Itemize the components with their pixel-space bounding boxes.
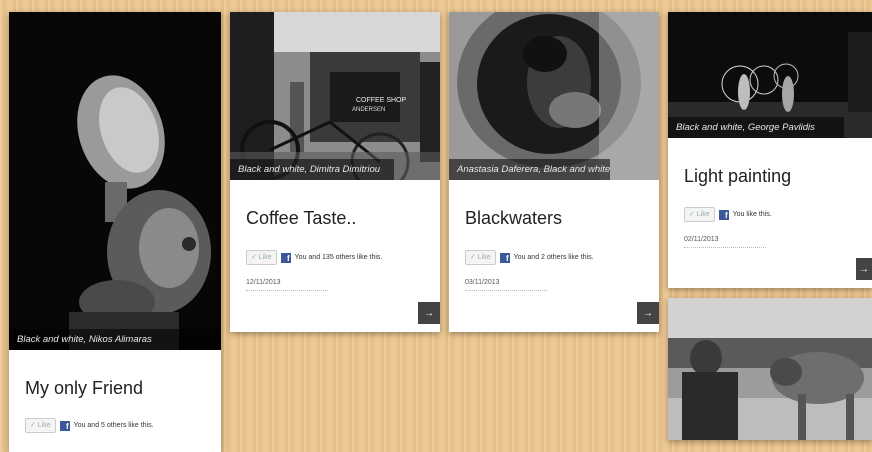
- like-button[interactable]: ✓ Like: [465, 250, 496, 265]
- facebook-icon: f: [280, 252, 291, 263]
- like-row: ✓ Like f You and 135 others like this.: [246, 250, 382, 265]
- post-card-boy-and-dog[interactable]: [668, 298, 872, 440]
- post-date: 03/11/2013: [465, 279, 547, 291]
- post-card-blackwaters[interactable]: Anastasia Daferera, Black and white Blac…: [449, 12, 659, 332]
- like-button[interactable]: ✓ Like: [684, 207, 715, 222]
- photo-caption: Black and white, Nikos Alimaras: [9, 329, 221, 350]
- like-button[interactable]: ✓ Like: [25, 418, 56, 433]
- like-row: ✓ Like f You and 5 others like this.: [25, 418, 154, 433]
- post-card-my-only-friend[interactable]: Black and white, Nikos Alimaras My only …: [9, 12, 221, 452]
- post-card-coffee-taste[interactable]: COFFEE SHOP ANDERSEN Black and white, Di…: [230, 12, 440, 332]
- shop-sign-text-2: ANDERSEN: [352, 107, 385, 113]
- like-row: ✓ Like f You and 2 others like this.: [465, 250, 594, 265]
- facebook-icon: f: [59, 420, 70, 431]
- facebook-icon: f: [499, 252, 510, 263]
- photo-caption: Black and white, George Pavlidis: [668, 117, 844, 138]
- post-title[interactable]: Blackwaters: [465, 208, 562, 229]
- like-button[interactable]: ✓ Like: [246, 250, 277, 265]
- like-row: ✓ Like f You like this.: [684, 207, 772, 222]
- like-count-text: You and 135 others like this.: [294, 254, 383, 261]
- post-date: 02/11/2013: [684, 236, 766, 248]
- post-photo[interactable]: Black and white, Nikos Alimaras: [9, 12, 221, 350]
- photo-caption: Black and white, Dimitra Dimitriou: [230, 159, 394, 180]
- post-title[interactable]: Light painting: [684, 166, 791, 187]
- post-card-light-painting[interactable]: Black and white, George Pavlidis Light p…: [668, 12, 872, 288]
- post-title[interactable]: Coffee Taste..: [246, 208, 356, 229]
- post-date: 12/11/2013: [246, 279, 328, 291]
- photo-caption: Anastasia Daferera, Black and white: [449, 159, 610, 180]
- arrow-right-icon[interactable]: →: [637, 302, 659, 324]
- like-count-text: You and 2 others like this.: [513, 254, 594, 261]
- arrow-right-icon[interactable]: →: [418, 302, 440, 324]
- post-photo[interactable]: COFFEE SHOP ANDERSEN Black and white, Di…: [230, 12, 440, 180]
- like-count-text: You like this.: [732, 211, 772, 218]
- facebook-icon: f: [718, 209, 729, 220]
- post-photo[interactable]: Anastasia Daferera, Black and white: [449, 12, 659, 180]
- shop-sign-text: COFFEE SHOP: [356, 97, 407, 104]
- arrow-right-icon[interactable]: →: [856, 258, 872, 280]
- post-photo[interactable]: [668, 298, 872, 440]
- post-photo[interactable]: Black and white, George Pavlidis: [668, 12, 872, 138]
- post-title[interactable]: My only Friend: [25, 378, 143, 399]
- like-count-text: You and 5 others like this.: [73, 422, 154, 429]
